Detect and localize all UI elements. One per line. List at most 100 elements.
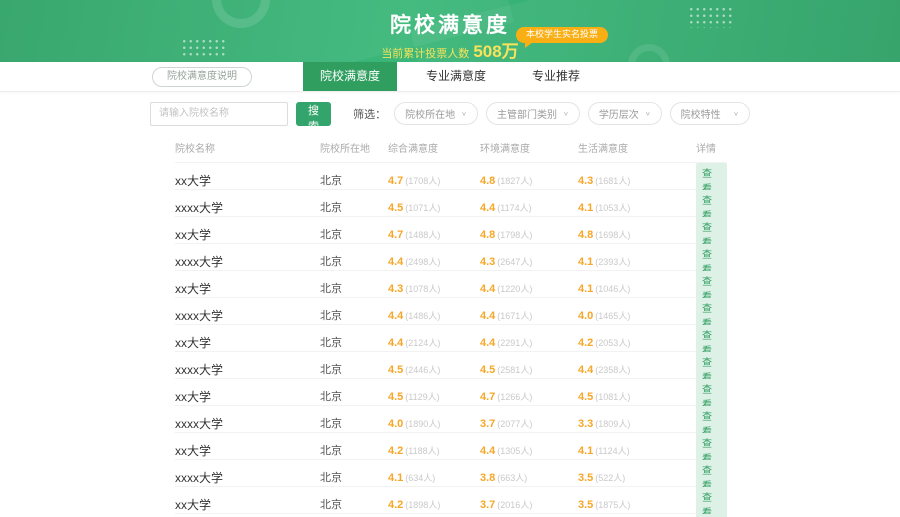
overall-satisfaction-cell: 4.5 (1071人)	[388, 198, 480, 216]
life-vote-count: (1809人)	[595, 419, 631, 429]
life-vote-count: (1053人)	[595, 203, 631, 213]
school-name: xxxx大学	[175, 254, 224, 269]
tab-item[interactable]: 专业推荐	[515, 62, 597, 91]
environment-satisfaction-cell: 4.3 (2647人)	[480, 252, 578, 270]
life-score: 4.2	[578, 337, 594, 349]
overall-vote-count: (2498人)	[405, 257, 441, 267]
satisfaction-info-button[interactable]: 院校满意度说明	[152, 67, 252, 87]
environment-vote-count: (1827人)	[497, 176, 533, 186]
life-satisfaction-cell: 3.5 (522人)	[578, 468, 696, 486]
table-row: xxxx大学 北京 4.2(849人) 4.2(748人) 4.1(651人) …	[175, 513, 727, 517]
life-satisfaction-cell: 4.1 (2393人)	[578, 252, 696, 270]
school-name: xx大学	[175, 173, 212, 188]
environment-satisfaction-cell: 4.4 (1174人)	[480, 198, 578, 216]
life-vote-count: (2358人)	[595, 365, 631, 375]
school-name: xxxx大学	[175, 470, 224, 485]
search-button[interactable]: 搜索	[296, 101, 332, 133]
life-satisfaction-cell: 4.0 (1465人)	[578, 306, 696, 324]
environment-satisfaction-cell: 4.8 (1827人)	[480, 171, 578, 189]
chevron-down-icon: ∨	[733, 110, 739, 117]
life-score: 4.1	[578, 445, 594, 457]
life-satisfaction-cell: 4.4 (2358人)	[578, 360, 696, 378]
life-score: 3.5	[578, 472, 594, 484]
environment-vote-count: (2016人)	[497, 500, 533, 510]
overall-vote-count: (1898人)	[405, 500, 441, 510]
overall-vote-count: (1129人)	[405, 392, 440, 402]
overall-satisfaction-cell: 4.7 (1708人)	[388, 171, 480, 189]
life-vote-count: (1081人)	[595, 392, 631, 402]
life-score: 4.1	[578, 283, 594, 295]
filter-dropdown[interactable]: 学历层次 ∨	[587, 102, 662, 125]
life-satisfaction-cell: 4.1 (1046人)	[578, 279, 696, 297]
overall-vote-count: (1708人)	[405, 176, 441, 186]
school-location: 北京	[320, 202, 342, 214]
life-vote-count: (522人)	[595, 473, 626, 483]
life-vote-count: (1681人)	[595, 176, 631, 186]
life-score: 4.0	[578, 310, 594, 322]
school-location: 北京	[320, 391, 342, 403]
school-search-input[interactable]	[150, 101, 288, 126]
environment-satisfaction-cell: 4.8 (1798人)	[480, 225, 578, 243]
header-banner: 院校满意度 本校学生实名投票 当前累计投票人数 508万	[0, 0, 900, 62]
overall-score: 4.5	[388, 364, 404, 376]
overall-satisfaction-cell: 4.4 (2124人)	[388, 333, 480, 351]
life-satisfaction-cell: 4.3 (1681人)	[578, 171, 696, 189]
life-satisfaction-cell: 4.2 (2053人)	[578, 333, 696, 351]
school-name: xxxx大学	[175, 416, 224, 431]
environment-satisfaction-cell: 4.5 (2581人)	[480, 360, 578, 378]
life-satisfaction-cell: 4.5 (1081人)	[578, 387, 696, 405]
filter-dropdown[interactable]: 院校特性 ∨	[669, 102, 750, 125]
life-score: 4.3	[578, 175, 594, 187]
environment-score: 4.3	[480, 256, 496, 268]
school-name: xx大学	[175, 497, 212, 512]
school-location: 北京	[320, 256, 342, 268]
tab-item[interactable]: 院校满意度	[302, 62, 397, 91]
environment-score: 4.4	[480, 445, 496, 457]
chevron-down-icon: ∨	[644, 110, 651, 117]
life-score: 4.1	[578, 256, 594, 268]
satisfaction-table: 院校名称 院校所在地 综合满意度 环境满意度 生活满意度 详情 xx大学 北京 …	[175, 134, 727, 517]
overall-satisfaction-cell: 4.7 (1488人)	[388, 225, 480, 243]
col-header-environment: 环境满意度	[480, 144, 530, 155]
environment-score: 4.7	[480, 391, 496, 403]
table-row: xxxx大学 北京 4.0 (1890人) 3.7 (2077人) 3.3 (1809…	[175, 405, 727, 440]
overall-score: 4.4	[388, 256, 404, 268]
life-score: 4.4	[578, 364, 594, 376]
view-details-link[interactable]: 查看	[696, 487, 727, 517]
filter-dropdown-label: 院校特性	[680, 110, 721, 121]
table-row: xx大学 北京 4.7 (1488人) 4.8 (1798人) 4.8 (1698人)…	[175, 216, 727, 251]
filter-dropdown[interactable]: 主管部门类别 ∨	[485, 102, 580, 125]
environment-score: 3.8	[480, 472, 496, 484]
environment-score: 3.7	[480, 499, 496, 511]
main-content: 搜索 筛选： 院校所在地 ∨ 主管部门类别 ∨ 学历层次 ∨ 院校特性 ∨ 院校名称 院…	[150, 101, 750, 517]
overall-score: 4.1	[388, 472, 404, 484]
col-header-school-name: 院校名称	[175, 144, 215, 155]
environment-vote-count: (1266人)	[497, 392, 533, 402]
vote-count-value: 508万	[473, 42, 519, 61]
tab-item[interactable]: 专业满意度	[409, 62, 503, 91]
tab-bar: 院校满意度说明 院校满意度 专业满意度 专业推荐	[0, 62, 900, 92]
environment-satisfaction-cell: 4.7 (1266人)	[480, 387, 578, 405]
environment-vote-count: (2647人)	[497, 257, 533, 267]
page-title: 院校满意度	[390, 14, 510, 37]
environment-vote-count: (663人)	[497, 473, 528, 483]
school-name: xx大学	[175, 389, 212, 404]
col-header-overall: 综合满意度	[388, 144, 438, 155]
overall-satisfaction-cell: 4.1 (634人)	[388, 468, 480, 486]
overall-satisfaction-cell: 4.2 (1898人)	[388, 495, 480, 513]
environment-score: 4.8	[480, 175, 496, 187]
school-location: 北京	[320, 283, 342, 295]
life-score: 4.5	[578, 391, 594, 403]
school-name: xx大学	[175, 227, 212, 242]
school-name: xxxx大学	[175, 200, 224, 215]
school-name: xxxx大学	[175, 362, 224, 377]
environment-satisfaction-cell: 4.4 (1220人)	[480, 279, 578, 297]
life-satisfaction-cell: 4.1 (1053人)	[578, 198, 696, 216]
filter-dropdown[interactable]: 院校所在地 ∨	[394, 102, 478, 125]
environment-score: 4.5	[480, 364, 496, 376]
life-satisfaction-cell: 4.1 (1124人)	[578, 441, 696, 459]
overall-satisfaction-cell: 4.5 (2446人)	[388, 360, 480, 378]
life-vote-count: (2053人)	[595, 338, 631, 348]
col-header-location: 院校所在地	[320, 144, 370, 155]
life-vote-count: (2393人)	[595, 257, 631, 267]
